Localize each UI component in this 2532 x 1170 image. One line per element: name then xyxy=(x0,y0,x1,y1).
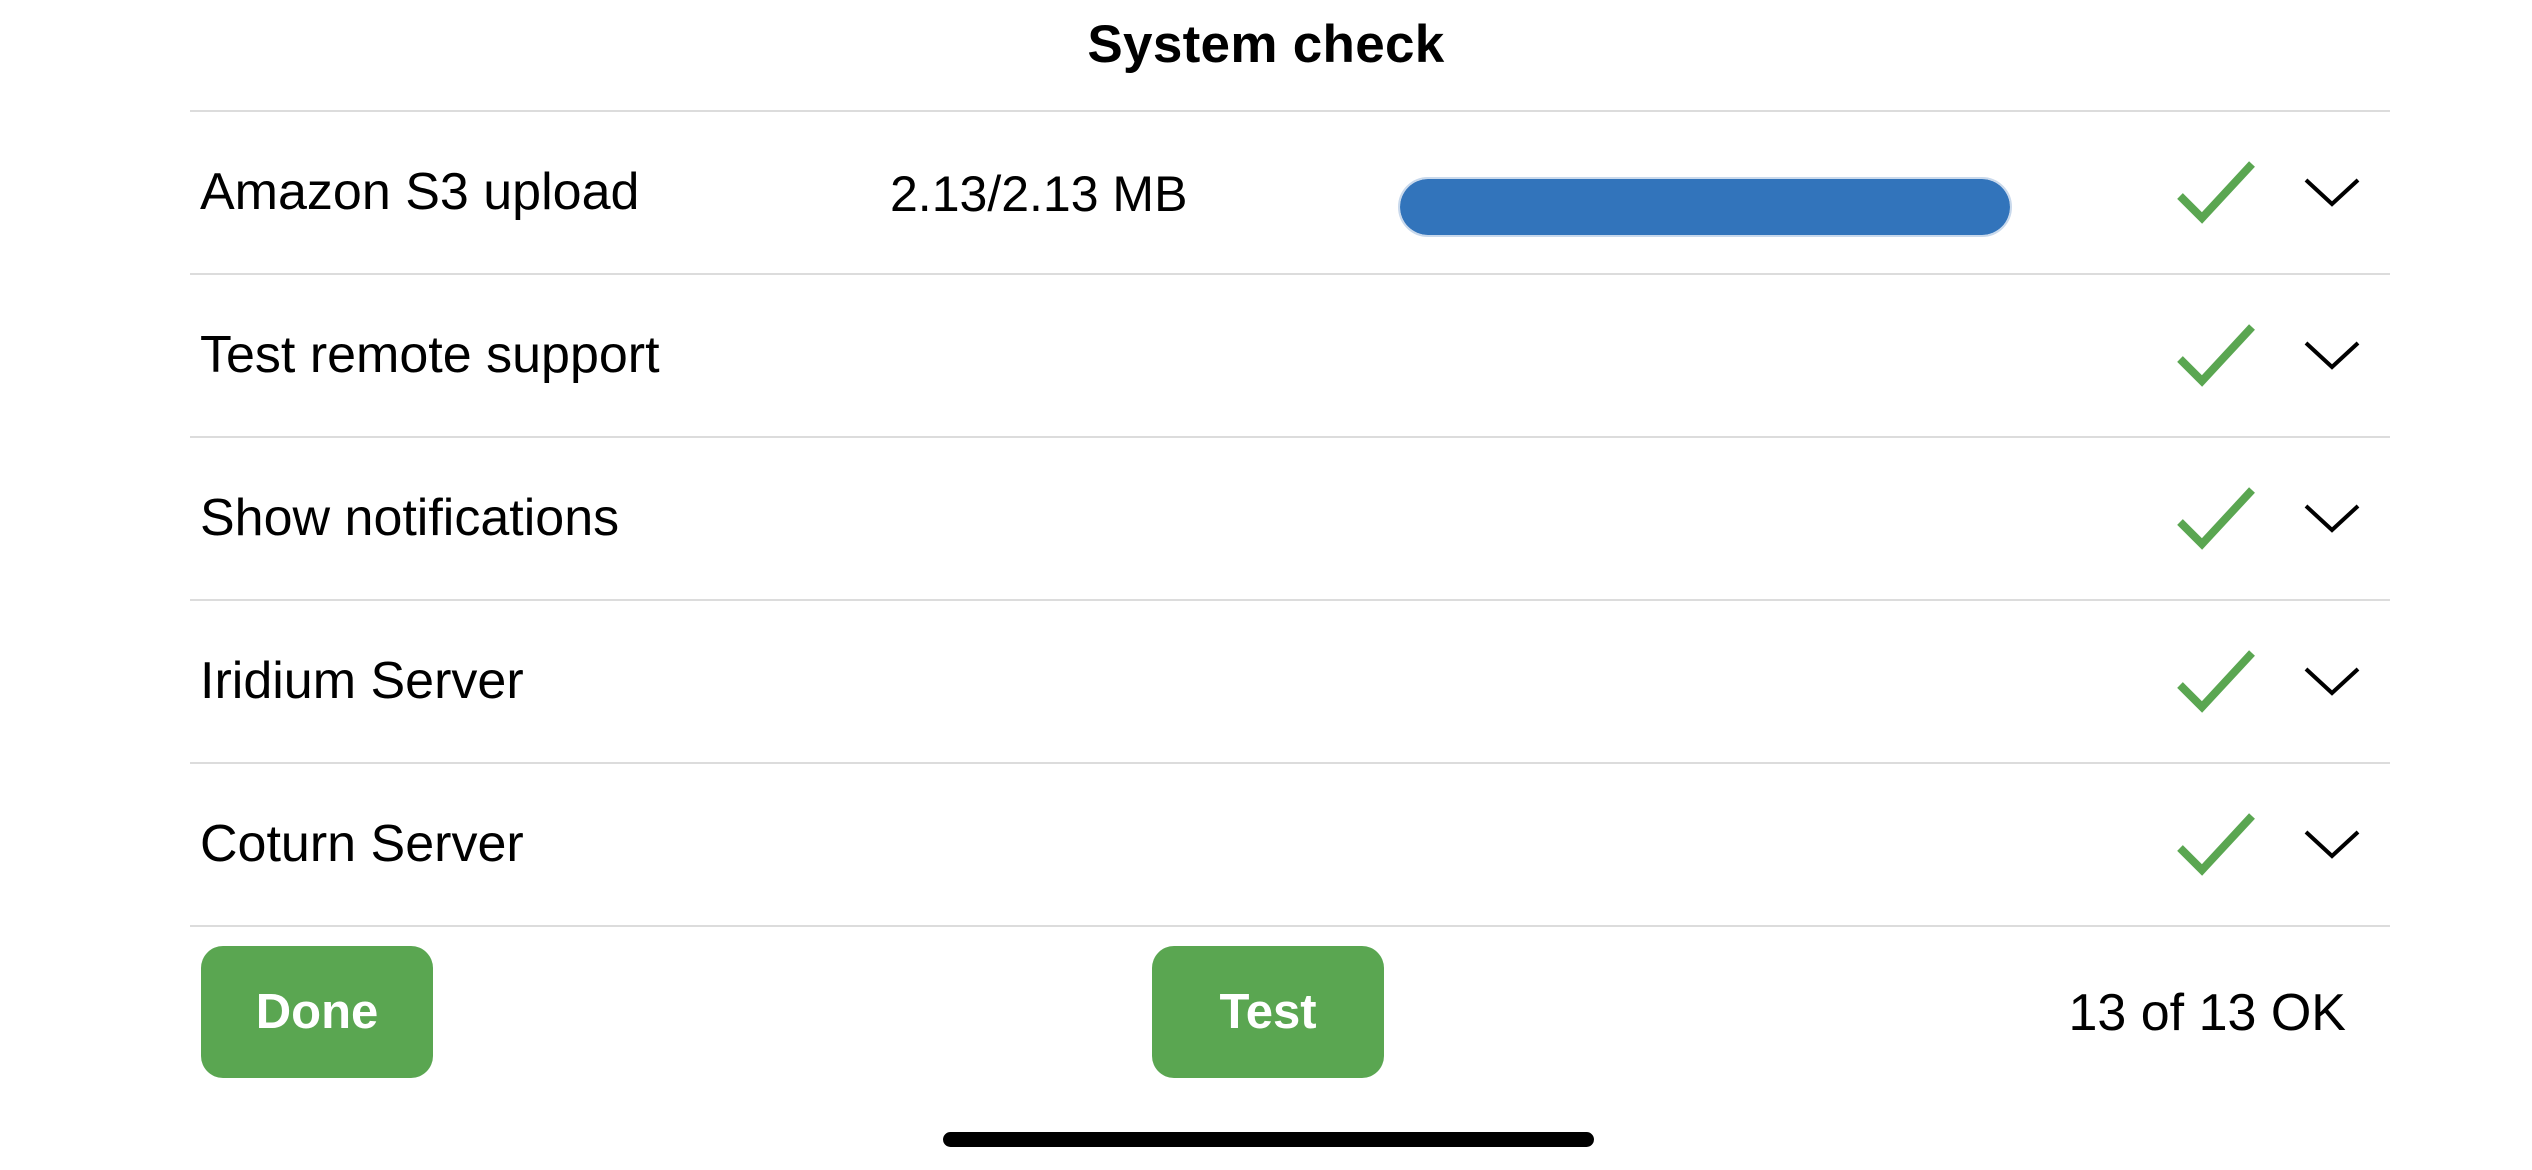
checkmark-icon xyxy=(2177,813,2255,876)
status-summary: 13 of 13 OK xyxy=(2068,984,2346,1042)
check-list: Amazon S3 upload 2.13/2.13 MB Test remot… xyxy=(190,110,2390,927)
upload-progress-fill xyxy=(1400,179,2010,235)
upload-progress-bar xyxy=(1398,177,2012,237)
checkmark-icon xyxy=(2177,487,2255,550)
checkmark-icon xyxy=(2177,161,2255,224)
check-label: Show notifications xyxy=(200,489,620,547)
check-label: Coturn Server xyxy=(200,815,524,873)
chevron-down-icon[interactable] xyxy=(2302,824,2362,864)
chevron-down-icon[interactable] xyxy=(2302,172,2362,212)
check-label: Amazon S3 upload xyxy=(200,163,640,221)
chevron-down-icon[interactable] xyxy=(2302,335,2362,375)
check-row-amazon-s3-upload[interactable]: Amazon S3 upload 2.13/2.13 MB xyxy=(190,112,2390,275)
check-row-show-notifications[interactable]: Show notifications xyxy=(190,438,2390,601)
checkmark-icon xyxy=(2177,650,2255,713)
check-label: Iridium Server xyxy=(200,652,524,710)
check-row-iridium-server[interactable]: Iridium Server xyxy=(190,601,2390,764)
check-row-coturn-server[interactable]: Coturn Server xyxy=(190,764,2390,927)
chevron-down-icon[interactable] xyxy=(2302,661,2362,701)
upload-size-text: 2.13/2.13 MB xyxy=(890,166,1188,222)
test-button[interactable]: Test xyxy=(1152,946,1384,1078)
chevron-down-icon[interactable] xyxy=(2302,498,2362,538)
check-label: Test remote support xyxy=(200,326,660,384)
done-button[interactable]: Done xyxy=(201,946,433,1078)
home-indicator[interactable] xyxy=(943,1132,1594,1147)
checkmark-icon xyxy=(2177,324,2255,387)
page-title: System check xyxy=(1087,15,1445,74)
check-row-test-remote-support[interactable]: Test remote support xyxy=(190,275,2390,438)
system-check-screen: System check Amazon S3 upload 2.13/2.13 … xyxy=(0,0,2532,1170)
